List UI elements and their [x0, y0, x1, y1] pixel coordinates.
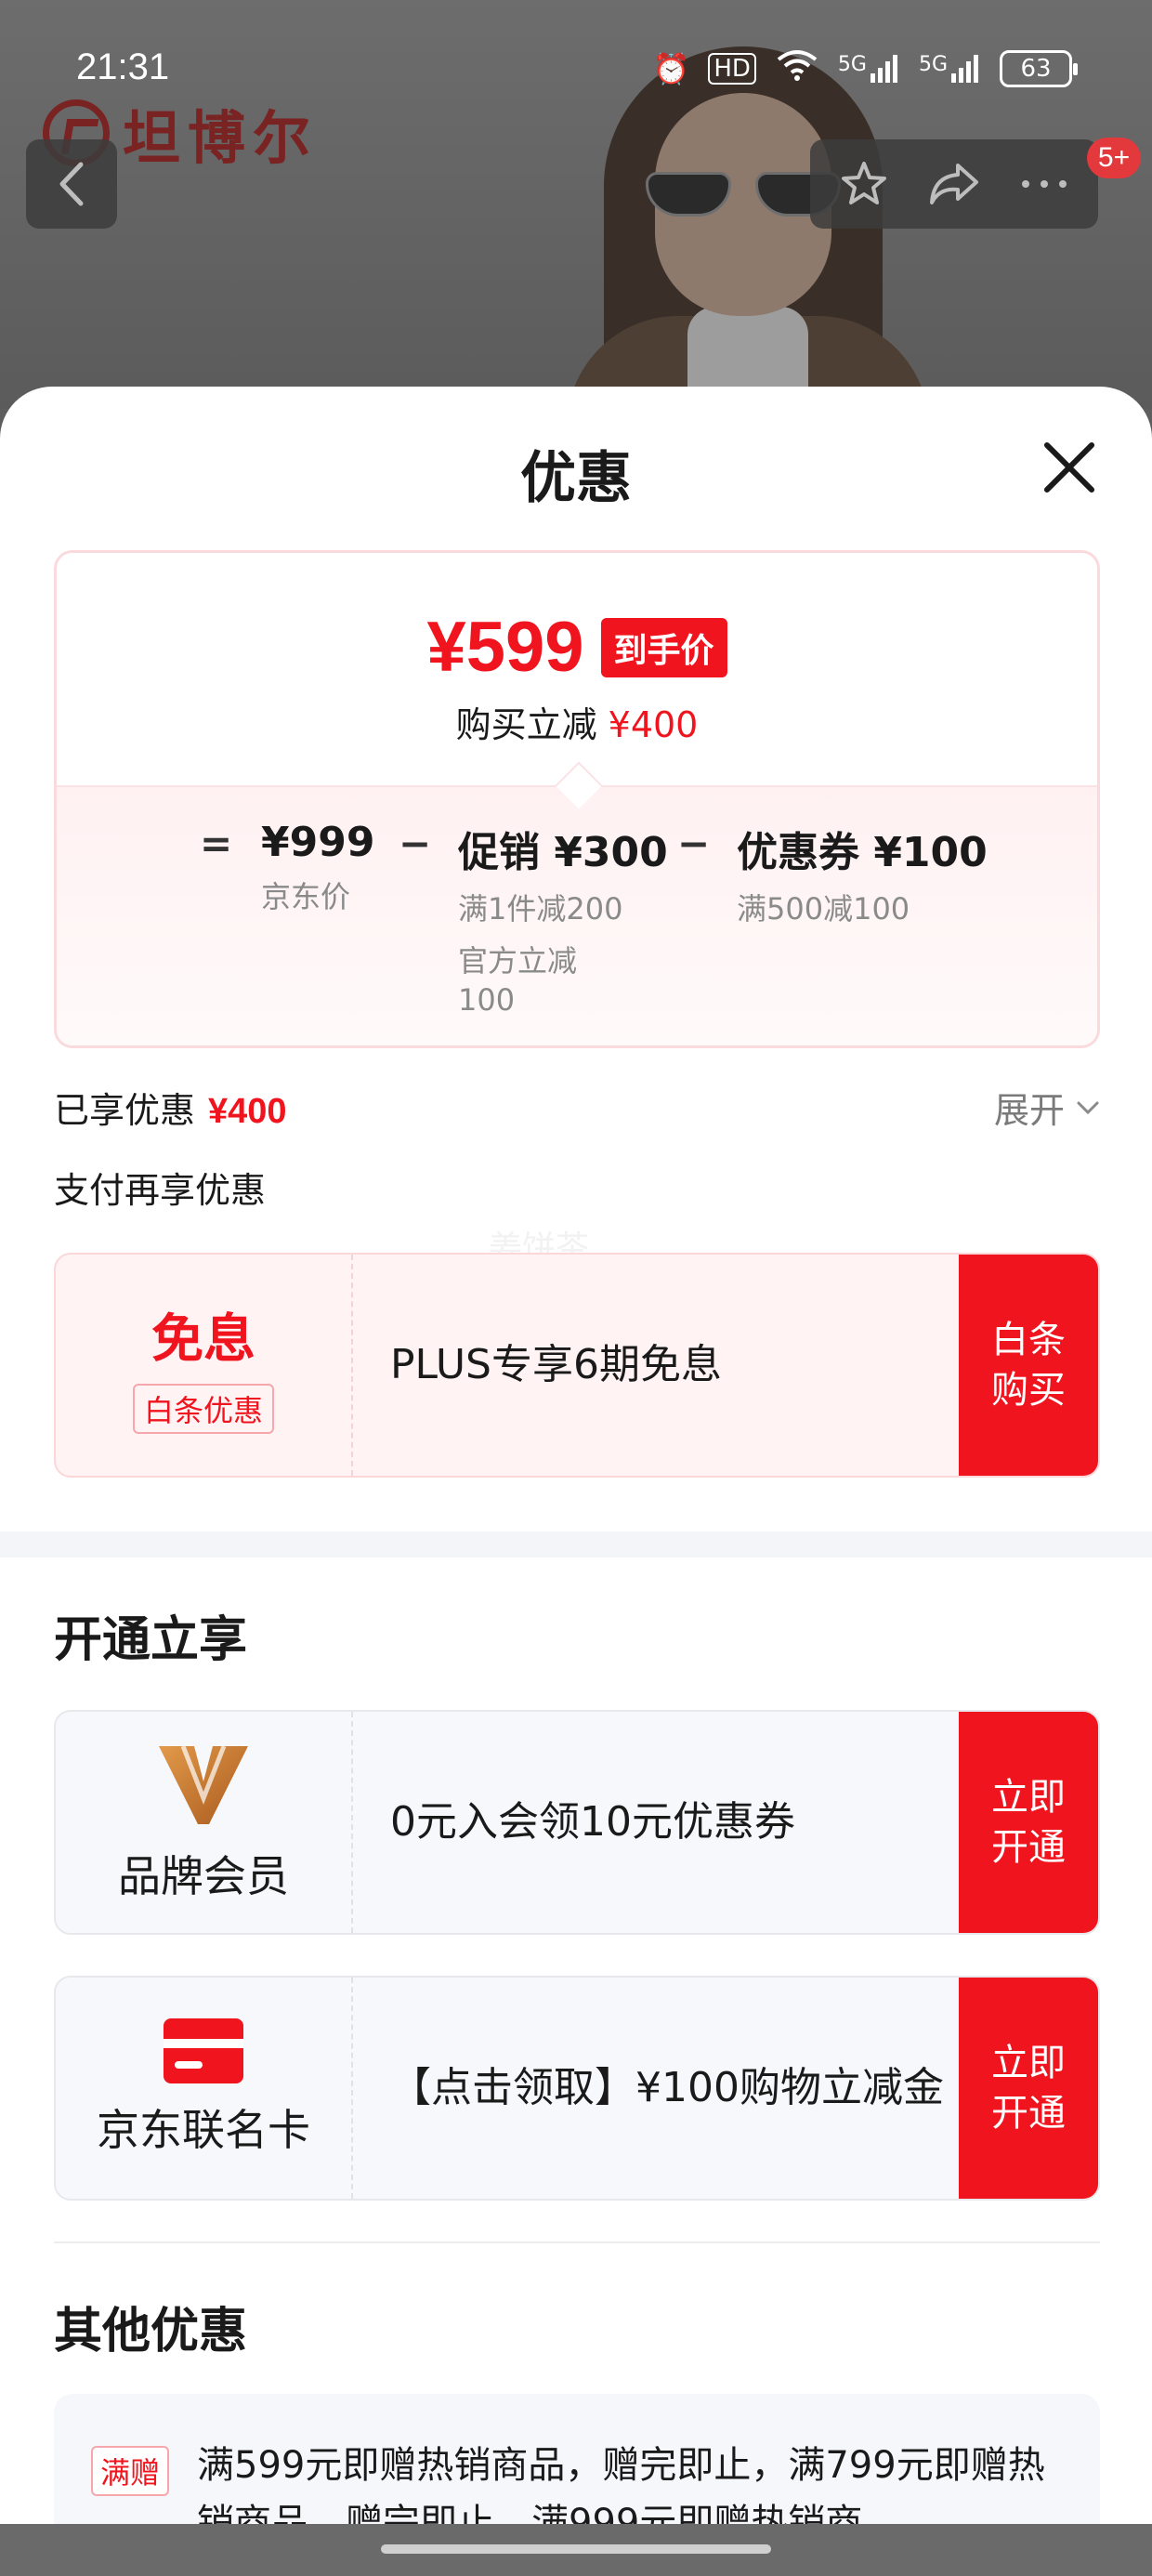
promo-block: 促销 ¥300 满1件减200 官方立减100 — [458, 819, 668, 1019]
status-time: 21:31 — [76, 46, 170, 87]
enjoyed-amount: ¥400 — [208, 1092, 287, 1131]
home-handle[interactable] — [381, 2544, 771, 2554]
battery-icon: 63 — [1000, 50, 1078, 87]
gift-tag: 满赠 — [91, 2446, 170, 2496]
open-section-title: 开通立享 — [54, 1612, 248, 1668]
promo-label-2: 官方立减100 — [458, 943, 578, 1018]
wifi-icon — [775, 46, 819, 91]
discount-sheet: 优惠 ¥599 到手价 购买立减 ¥400 = ¥999 京东价 − 促销 ¥30… — [0, 387, 1152, 2576]
reduce-summary: 购买立减 ¥400 — [57, 696, 1097, 747]
jd-card-badge: 京东联名卡 — [56, 1978, 353, 2199]
final-price: ¥599 — [426, 608, 584, 687]
brand-member-offer[interactable]: 品牌会员 0元入会领10元优惠券 立即开通 — [54, 1710, 1100, 1935]
more-dots-icon — [1021, 180, 1067, 188]
chevron-down-icon — [1077, 1101, 1099, 1114]
favorite-button[interactable] — [831, 151, 897, 217]
sheet-title: 优惠 — [520, 446, 632, 511]
expand-toggle[interactable]: 展开 — [994, 1082, 1100, 1133]
equals-sign: = — [200, 821, 233, 866]
reduce-label: 购买立减 — [455, 704, 597, 745]
chevron-left-icon — [59, 162, 84, 206]
brand-member-badge: 品牌会员 — [56, 1712, 353, 1933]
price-formula: = ¥999 京东价 − 促销 ¥300 满1件减200 官方立减100 − 优… — [57, 785, 1097, 1045]
enjoyed-label: 已享优惠 — [54, 1090, 196, 1131]
back-button[interactable] — [26, 139, 117, 229]
baitiao-offer[interactable]: 免息 白条优惠 PLUS专享6期免息 白条购买 — [54, 1253, 1100, 1478]
network-5g-label: 5G — [837, 53, 867, 76]
jd-card-open-button[interactable]: 立即开通 — [959, 1978, 1098, 2199]
price-breakdown-card: ¥599 到手价 购买立减 ¥400 = ¥999 京东价 − 促销 ¥300 满… — [54, 550, 1100, 1048]
coupon-label: 满500减100 — [737, 891, 910, 927]
alarm-icon: ⏰ — [652, 51, 690, 86]
star-icon — [842, 162, 887, 204]
coupon-block: 优惠券 ¥100 满500减100 — [737, 819, 988, 928]
share-icon — [929, 164, 978, 204]
jd-card-offer[interactable]: 京东联名卡 【点击领取】¥100购物立减金 立即开通 — [54, 1976, 1100, 2201]
jd-price-value: ¥999 — [261, 819, 375, 866]
pay-more-heading: 支付再享优惠 — [54, 1170, 267, 1211]
expand-label: 展开 — [993, 1090, 1065, 1131]
credit-card-icon — [164, 2018, 243, 2083]
baitiao-buy-button[interactable]: 白条购买 — [959, 1255, 1098, 1476]
status-bar: 21:31 ⏰ HD 5G 5G 63 — [0, 0, 1152, 121]
share-button[interactable] — [922, 151, 987, 217]
jd-card-label: 京东联名卡 — [97, 2105, 310, 2155]
baitiao-badge: 免息 白条优惠 — [56, 1255, 353, 1476]
section-divider — [0, 1531, 1152, 1557]
jd-price-block: ¥999 京东价 — [261, 819, 374, 916]
more-button[interactable] — [1012, 151, 1077, 217]
brand-member-desc: 0元入会领10元优惠券 — [390, 1798, 795, 1846]
section-divider-line — [54, 2241, 1100, 2243]
promo-label-1: 满1件减200 — [458, 891, 623, 927]
minus-sign: − — [399, 821, 432, 866]
brand-member-icon — [159, 1745, 248, 1824]
coupon-value: 优惠券 ¥100 — [737, 829, 988, 876]
interest-free-title: 免息 — [151, 1308, 255, 1370]
status-icons: ⏰ HD 5G 5G 63 — [652, 46, 1078, 91]
jd-price-label: 京东价 — [261, 879, 351, 914]
system-nav-bar — [0, 2524, 1152, 2576]
close-icon[interactable] — [1039, 437, 1100, 498]
jd-card-desc: 【点击领取】¥100购物立减金 — [390, 2064, 944, 2111]
cart-count-badge: 5+ — [1087, 138, 1141, 178]
price-summary: ¥599 到手价 购买立减 ¥400 — [57, 553, 1097, 785]
enjoyed-discount: 已享优惠 ¥400 — [54, 1082, 287, 1133]
hd-icon: HD — [708, 53, 756, 85]
brand-member-label: 品牌会员 — [118, 1851, 289, 1901]
header-actions — [810, 139, 1098, 229]
baitiao-desc: PLUS专享6期免息 — [390, 1341, 722, 1388]
other-section-title: 其他优惠 — [54, 2304, 248, 2359]
reduce-amount: ¥400 — [608, 704, 699, 745]
baitiao-tag: 白条优惠 — [132, 1383, 274, 1434]
final-price-tag: 到手价 — [600, 617, 727, 677]
brand-member-open-button[interactable]: 立即开通 — [959, 1712, 1098, 1933]
minus-sign-2: − — [677, 821, 711, 866]
signal-5g-icon: 5G — [838, 53, 900, 85]
signal-5g-icon-2: 5G — [919, 53, 981, 85]
network-5g-label-2: 5G — [918, 53, 948, 76]
promo-value: 促销 ¥300 — [458, 829, 668, 876]
